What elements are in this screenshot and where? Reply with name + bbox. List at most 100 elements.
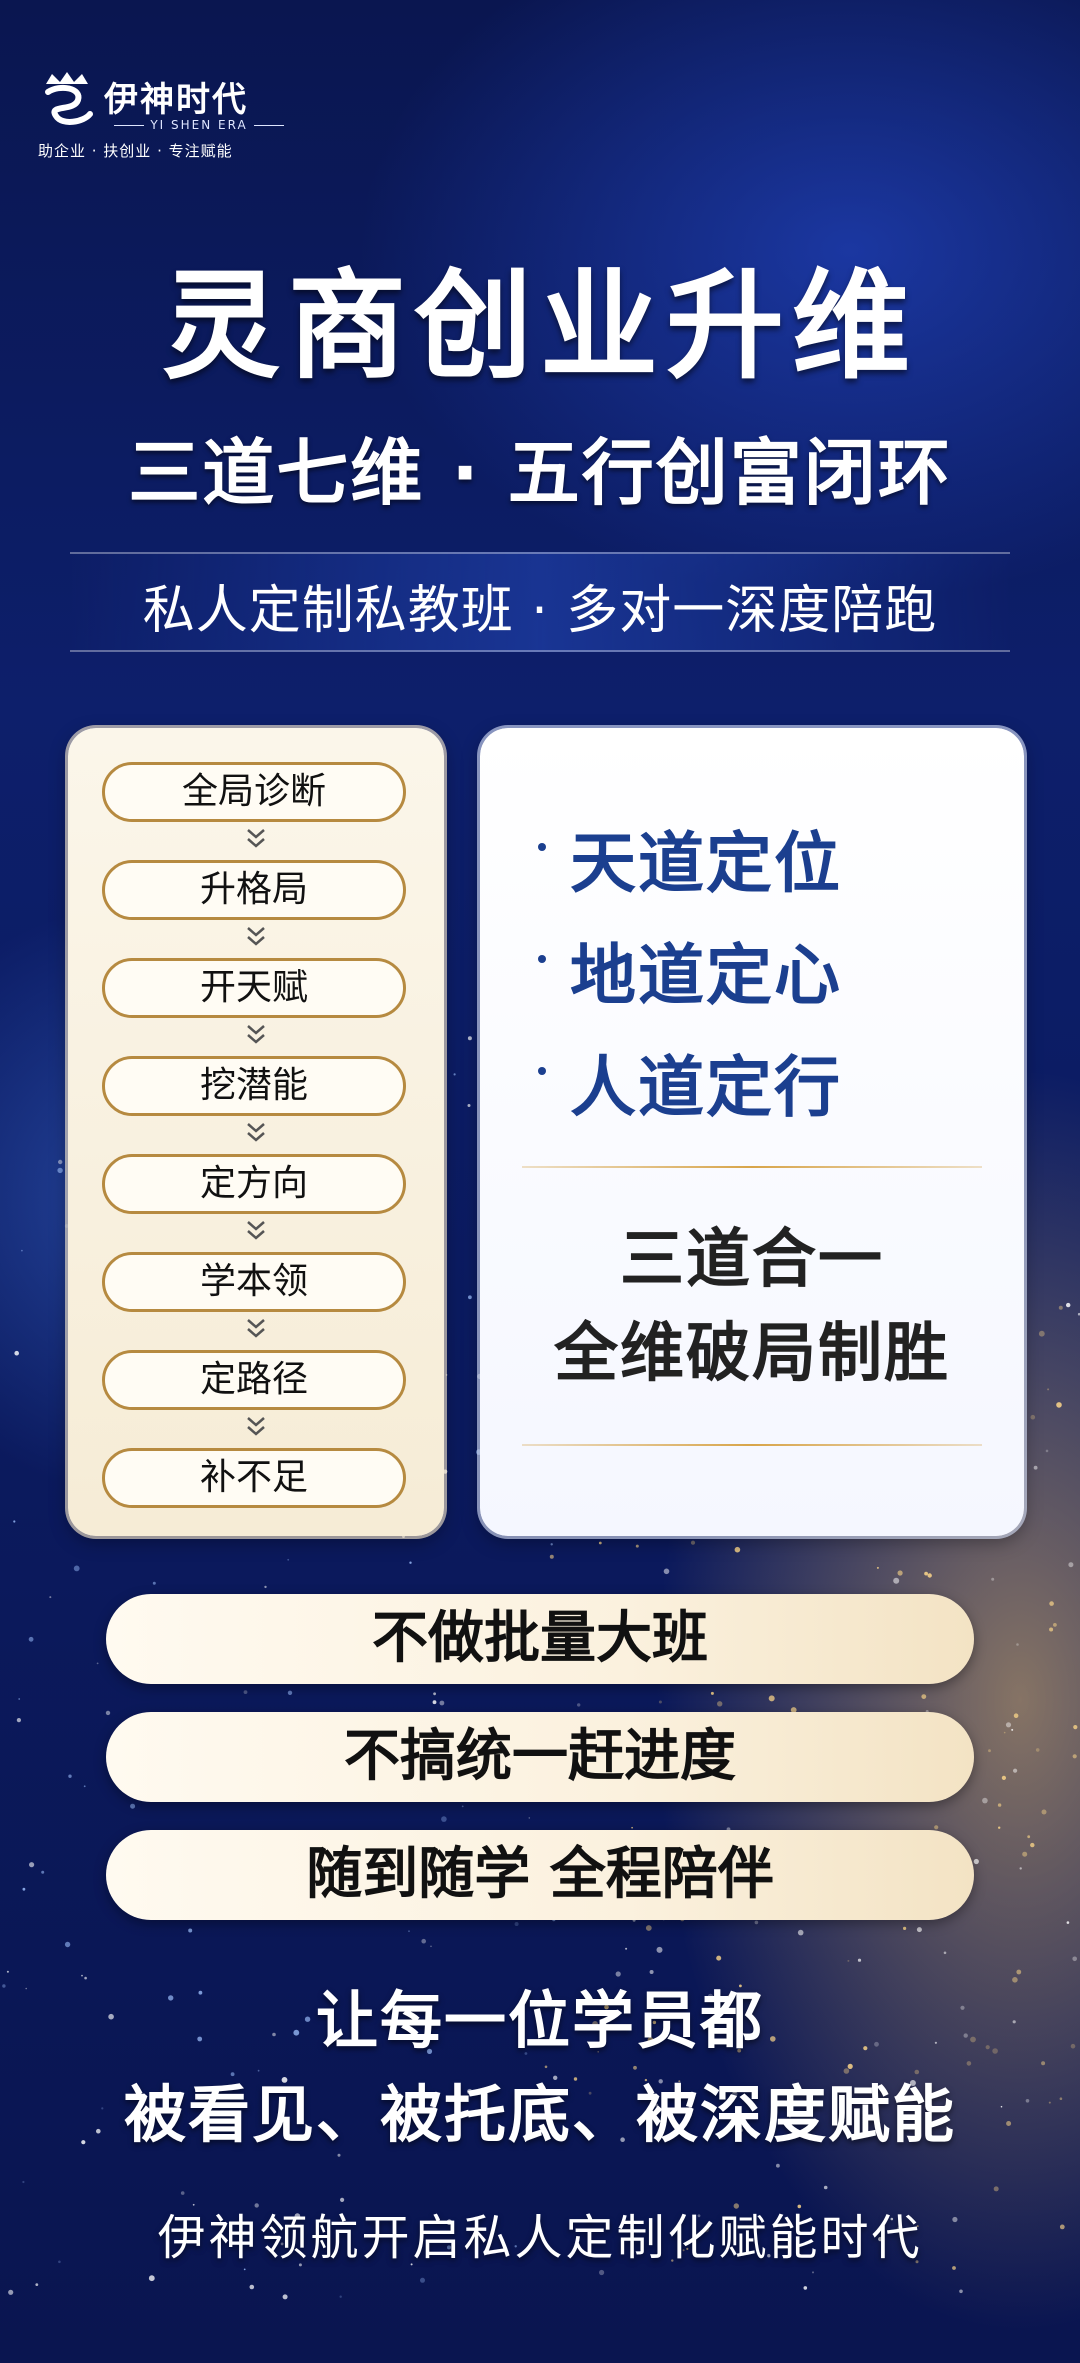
sparkle-dot: [243, 2268, 246, 2271]
sparkle-dot: [409, 1561, 412, 1564]
sparkle-dot: [1019, 1867, 1022, 1870]
sparkle-dot: [1072, 1754, 1077, 1759]
sparkle-dot: [1041, 1809, 1047, 1815]
sparkle-dot: [439, 1700, 445, 1706]
dao-item-human: 人道定行: [538, 1034, 842, 1130]
step-item: 全局诊断: [102, 762, 406, 822]
sparkle-dot: [776, 2163, 780, 2168]
sparkle-dot: [57, 1167, 63, 1174]
sparkle-dot: [803, 2286, 808, 2290]
sparkle-dot: [959, 2289, 963, 2294]
sparkle-dot: [717, 1701, 723, 1707]
sparkle-dot: [934, 1825, 939, 1830]
logo-mark-icon: [45, 72, 93, 125]
sparkle-dot: [264, 1585, 267, 1589]
sparkle-dot: [49, 1596, 52, 1599]
sparkle-dot: [893, 1577, 900, 1584]
sparkle-dot: [993, 2186, 999, 2192]
sparkle-dot: [876, 1566, 879, 1569]
feature-pill: 不搞统一赶进度: [106, 1712, 974, 1802]
sparkle-dot: [1053, 1623, 1057, 1627]
chevron-down-icon: [247, 1123, 265, 1142]
sparkle-dot: [1072, 1956, 1077, 1962]
promise-line1: 让每一位学员都: [315, 1984, 764, 2057]
sparkle-dot: [997, 1803, 1002, 1807]
step-item: 学本领: [102, 1252, 406, 1312]
chevron-down-icon: [247, 1025, 265, 1044]
step-item: 挖潜能: [102, 1056, 406, 1116]
footer-tagline: 伊神领航开启私人定制化赋能时代: [157, 2210, 923, 2266]
sparkle-dot: [1016, 1643, 1019, 1646]
sparkle-dot: [83, 1785, 86, 1788]
feature-pill: 随到随学 全程陪伴: [106, 1830, 974, 1920]
sparkle-dot: [1038, 1330, 1045, 1337]
brand-name: 伊神时代: [104, 80, 248, 120]
sparkle-dot: [754, 1920, 759, 1925]
sparkle-dot: [430, 1945, 432, 1948]
sparkle-dot: [1013, 1713, 1019, 1718]
sparkle-dot: [921, 1694, 927, 1699]
sparkle-dot: [41, 1870, 45, 1874]
sparkle-dot: [445, 1374, 448, 1376]
sparkle-dot: [916, 1927, 922, 1933]
sparkle-dot: [1035, 1748, 1040, 1752]
sparkle-dot: [152, 1581, 156, 1585]
sparkle-dot: [1066, 1921, 1070, 1924]
sparkle-dot: [1073, 1725, 1078, 1730]
sparkle-dot: [599, 2269, 605, 2276]
sparkle-dot: [1049, 1601, 1054, 1606]
sparkle-dot: [243, 1690, 248, 1694]
sparkle-dot: [625, 1947, 628, 1950]
sparkle-dot: [339, 2295, 342, 2298]
sparkle-dot: [467, 1036, 472, 1041]
step-item: 开天赋: [102, 958, 406, 1018]
sparkle-dot: [631, 1826, 633, 1829]
main-title: 灵商创业升维: [161, 257, 918, 395]
chevron-down-icon: [247, 1221, 265, 1240]
divider: [522, 1444, 982, 1446]
sparkle-dot: [432, 1700, 437, 1705]
sparkle-dot: [461, 1805, 464, 1808]
bullet-dot-icon: [538, 843, 546, 851]
sparkle-dot: [8, 2289, 14, 2295]
sparkle-dot: [528, 1817, 531, 1819]
chevron-down-icon: [247, 1417, 265, 1436]
chevron-down-icon: [247, 1319, 265, 1338]
sparkle-dot: [105, 1710, 111, 1716]
sparkle-dot: [924, 1571, 928, 1576]
dao-slogan-line1: 三道合一: [620, 1223, 884, 1297]
sparkle-dot: [1056, 1402, 1062, 1408]
sparkle-dot: [635, 1544, 639, 1548]
dao-item-heaven: 天道定位: [538, 810, 842, 906]
sparkle-dot: [1047, 1388, 1050, 1391]
sparkle-dot: [64, 1941, 71, 1948]
sparkle-dot: [797, 1929, 804, 1936]
feature-pill: 不做批量大班: [106, 1594, 974, 1684]
sparkle-dot: [734, 1546, 741, 1553]
sparkle-dot: [903, 1926, 907, 1930]
sparkle-dot: [998, 1826, 1001, 1829]
sparkle-dot: [716, 1955, 722, 1961]
sparkle-dot: [282, 2294, 288, 2300]
sparkle-dot: [453, 1073, 456, 1076]
sparkle-dot: [130, 1803, 136, 1809]
sparkle-dot: [22, 2180, 25, 2184]
sparkle-dot: [287, 1558, 290, 1561]
sparkle-dot: [1013, 1768, 1018, 1773]
sparkle-dot: [514, 1922, 519, 1926]
sparkle-dot: [188, 1928, 193, 1933]
sparkle-dot: [73, 1565, 80, 1572]
sparkle-dot: [35, 2283, 39, 2287]
sparkle-dot: [577, 1703, 581, 1707]
dao-item-label: 地道定心: [570, 937, 842, 1014]
sparkle-dot: [28, 1636, 34, 1642]
sparkle-dot: [14, 1350, 19, 1356]
class-type-text: 私人定制私教班 · 多对一深度陪跑: [142, 581, 938, 641]
sparkle-dot: [598, 1541, 602, 1545]
step-item: 定路径: [102, 1350, 406, 1410]
brand-logo: 伊神时代 YI SHEN ERA 助企业 · 扶创业 · 专注赋能: [38, 70, 298, 160]
sparkle-dot: [1022, 1851, 1028, 1857]
dao-item-earth: 地道定心: [538, 922, 842, 1018]
chevron-down-icon: [247, 927, 265, 946]
sparkle-dot: [408, 1930, 410, 1933]
